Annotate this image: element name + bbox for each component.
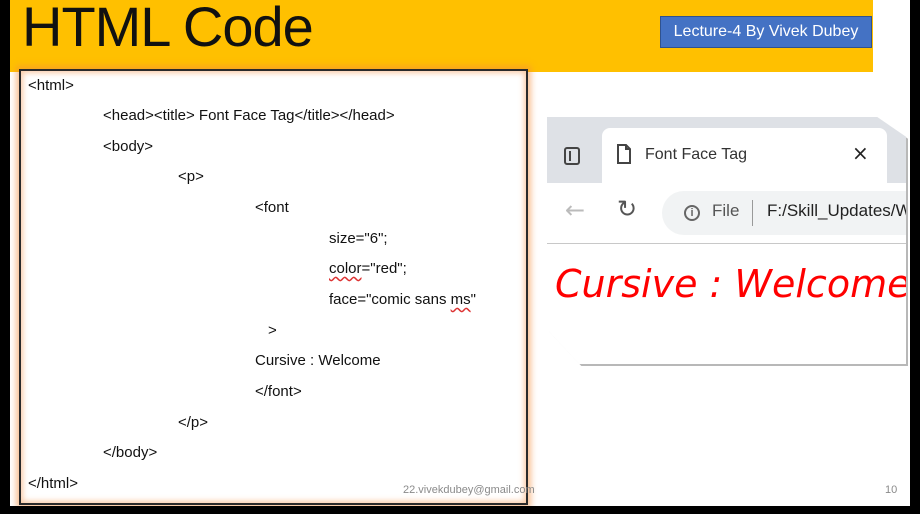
slide: HTML Code Lecture-4 By Vivek Dubey <html… [0,0,920,514]
code-line-body-close: </body> [103,444,158,461]
code-line-content: Cursive : Welcome [255,352,381,369]
browser-tab[interactable]: Font Face Tag × [602,128,887,183]
code-line-html-open: <html> [28,77,74,94]
slide-number: 10 [885,484,898,496]
frame-bottom-edge [0,506,920,514]
code-line-font-close: </font> [255,383,302,400]
document-icon [617,144,631,164]
title-bar: HTML Code Lecture-4 By Vivek Dubey [10,0,873,72]
file-label: File [712,201,740,220]
browser-screenshot: Font Face Tag × ← ↻ i File F:/Skill_Upda… [547,117,906,364]
code-line-face-attr: face="comic sans ms" [329,291,476,308]
tab-title: Font Face Tag [645,146,747,163]
rendered-cursive-text: Cursive : Welcome [555,262,911,306]
frame-right-edge [910,0,920,514]
info-icon[interactable]: i [684,205,700,221]
footer-email: 22.vivekdubey@gmail.com [403,484,535,496]
address-separator [752,200,753,226]
code-line-p-close: </p> [178,414,209,431]
browser-toolbar: ← ↻ i File F:/Skill_Updates/W [547,183,906,244]
code-line-size-attr: size="6"; [329,230,388,247]
code-line-color-attr: color="red"; [329,260,407,277]
code-panel: <html> <head><title> Font Face Tag</titl… [19,69,528,505]
code-line-tag-close: > [268,322,277,339]
window-menu-icon[interactable] [564,147,580,165]
reload-icon[interactable]: ↻ [617,195,637,223]
back-arrow-icon[interactable]: ← [565,196,585,224]
url-text[interactable]: F:/Skill_Updates/W [767,201,906,221]
code-line-html-close: </html> [28,475,79,492]
code-line-p-open: <p> [178,168,204,185]
frame-left-edge [0,0,10,514]
code-line-head: <head><title> Font Face Tag</title></hea… [103,107,395,124]
code-line-font-open: <font [255,199,289,216]
lecture-badge: Lecture-4 By Vivek Dubey [661,17,871,47]
close-icon[interactable]: × [852,141,869,165]
code-line-body-open: <body> [103,138,154,155]
tab-strip: Font Face Tag × [547,117,906,183]
browser-page-content: Cursive : Welcome [547,244,906,364]
page-title: HTML Code [22,0,314,58]
